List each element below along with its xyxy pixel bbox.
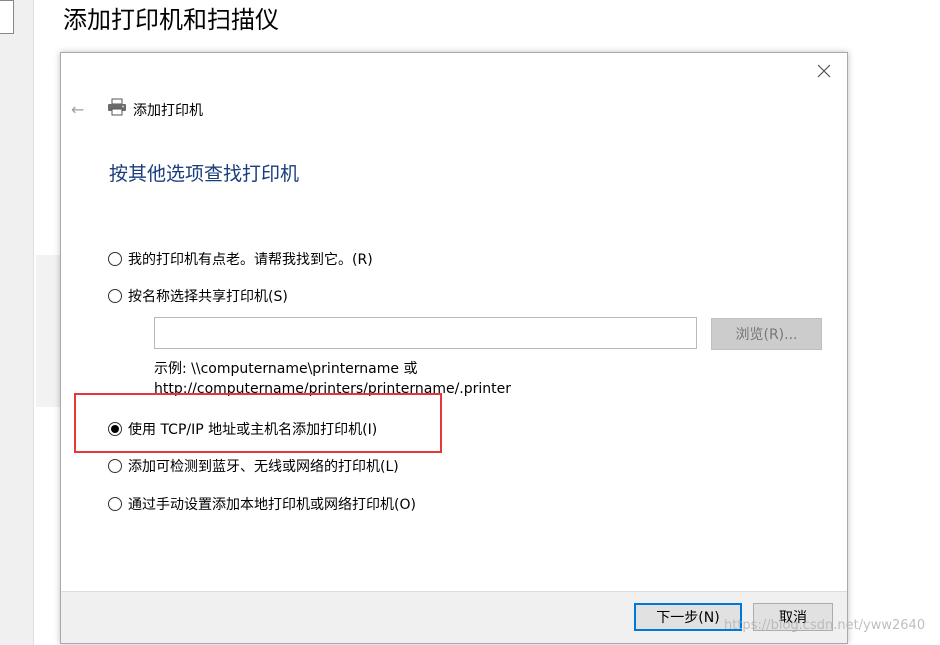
browse-button[interactable]: 浏览(R)... bbox=[711, 318, 822, 350]
background-panel bbox=[36, 255, 60, 407]
background-window-strip bbox=[0, 0, 34, 645]
close-button[interactable] bbox=[817, 63, 835, 81]
background-window-title: 添加打印机和扫描仪 bbox=[63, 6, 279, 34]
close-icon bbox=[817, 64, 831, 78]
radio-bluetooth-wireless[interactable] bbox=[108, 459, 122, 473]
wizard-title: 添加打印机 bbox=[133, 103, 203, 119]
option-label: 使用 TCP/IP 地址或主机名添加打印机(I) bbox=[128, 422, 378, 438]
example-line-2: http://computername/printers/printername… bbox=[154, 381, 512, 397]
option-bluetooth-wireless[interactable]: 添加可检测到蓝牙、无线或网络的打印机(L) bbox=[108, 456, 399, 476]
background-search-box[interactable] bbox=[0, 0, 14, 34]
radio-shared-by-name[interactable] bbox=[108, 289, 122, 303]
printer-icon bbox=[107, 98, 127, 116]
option-label: 按名称选择共享打印机(S) bbox=[128, 289, 288, 305]
radio-tcpip[interactable] bbox=[108, 422, 122, 436]
dialog-footer: 下一步(N) 取消 bbox=[61, 591, 847, 643]
option-label: 通过手动设置添加本地打印机或网络打印机(O) bbox=[128, 497, 416, 513]
radio-manual-settings[interactable] bbox=[108, 497, 122, 511]
example-text: 示例: \\computername\printername 或 http://… bbox=[154, 359, 511, 399]
add-printer-dialog: ← 添加打印机 按其他选项查找打印机 我的打印机有点老。请帮我找到它。(R) 按… bbox=[60, 52, 848, 644]
option-shared-by-name[interactable]: 按名称选择共享打印机(S) bbox=[108, 286, 288, 306]
option-manual-settings[interactable]: 通过手动设置添加本地打印机或网络打印机(O) bbox=[108, 494, 416, 514]
radio-printer-old[interactable] bbox=[108, 252, 122, 266]
watermark: https://blog.csdn.net/yww2640 bbox=[724, 618, 926, 633]
example-line-1: 示例: \\computername\printername 或 bbox=[154, 361, 418, 377]
back-button[interactable]: ← bbox=[71, 100, 84, 119]
back-arrow-icon: ← bbox=[71, 100, 85, 119]
page-heading: 按其他选项查找打印机 bbox=[109, 163, 300, 185]
shared-printer-name-input[interactable] bbox=[154, 317, 697, 349]
option-label: 添加可检测到蓝牙、无线或网络的打印机(L) bbox=[128, 459, 399, 475]
option-printer-old[interactable]: 我的打印机有点老。请帮我找到它。(R) bbox=[108, 249, 373, 269]
option-label: 我的打印机有点老。请帮我找到它。(R) bbox=[128, 252, 373, 268]
option-tcpip[interactable]: 使用 TCP/IP 地址或主机名添加打印机(I) bbox=[108, 419, 377, 439]
